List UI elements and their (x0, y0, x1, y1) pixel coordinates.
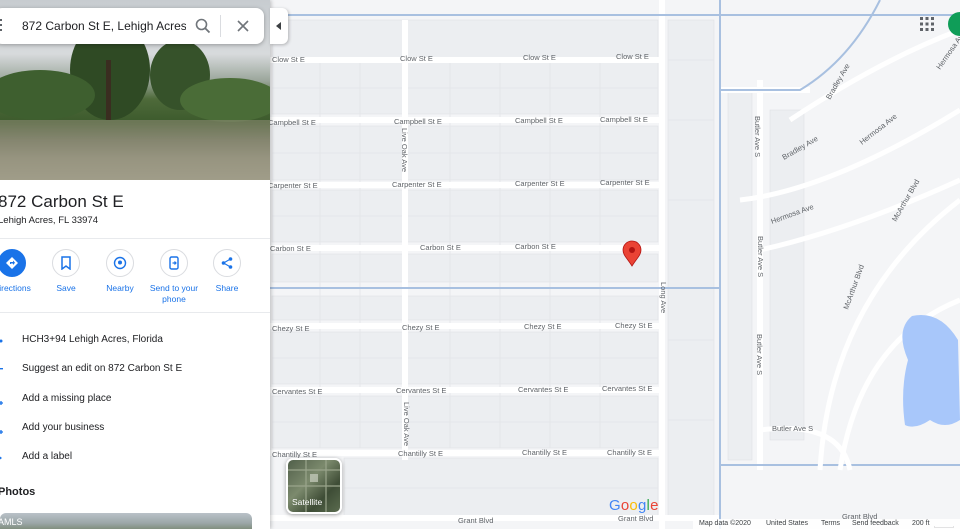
google-logo: Google (609, 497, 659, 514)
google-logo-letter: e (650, 497, 659, 514)
share-icon (213, 249, 241, 277)
satellite-label: Satellite (292, 497, 323, 507)
search-box (0, 8, 264, 44)
close-icon[interactable] (234, 17, 252, 35)
street-label-clow: Clow St E (616, 52, 649, 61)
street-label-grant: Grant Blvd (458, 516, 493, 525)
save-button[interactable]: Save (38, 249, 94, 294)
street-label-live-oak: Live Oak Ave (402, 402, 411, 446)
street-label-carbon: Carbon St E (420, 243, 461, 252)
street-label-grant: Grant Blvd (618, 514, 653, 523)
street-label-chezy: Chezy St E (272, 324, 310, 333)
menu-icon[interactable] (0, 19, 6, 31)
edit-icon (0, 363, 8, 375)
search-divider (220, 15, 221, 37)
street-label-cervantes: Cervantes St E (602, 384, 652, 393)
street-label-long: Long Ave (659, 282, 668, 313)
street-label-carbon: Carbon St E (270, 244, 311, 253)
label-icon (0, 451, 8, 463)
residential-lots (271, 19, 805, 521)
photo-thumbnail-label: AMLS (0, 517, 23, 527)
search-icon[interactable] (194, 17, 212, 35)
nearby-label: Nearby (106, 283, 134, 293)
place-address: Lehigh Acres, FL 33974 (0, 215, 98, 226)
country-link[interactable]: United States (766, 520, 808, 527)
google-logo-letter: g (637, 497, 647, 514)
street-label-butler: Butler Ave S (756, 236, 765, 277)
google-logo-letter: G (609, 497, 621, 514)
street-label-chezy: Chezy St E (402, 323, 440, 332)
street-label-butler: Butler Ave S (753, 116, 762, 157)
divider (0, 238, 270, 239)
directions-icon (0, 249, 26, 277)
street-label-carbon: Carbon St E (515, 242, 556, 251)
directions-button[interactable]: Directions (0, 249, 40, 294)
add-business-row[interactable]: Add your business (0, 417, 270, 439)
street-label-cervantes: Cervantes St E (518, 385, 568, 394)
add-label-row[interactable]: Add a label (0, 446, 270, 468)
place-details-panel: 872 Carbon St E Lehigh Acres, FL 33974 D… (0, 0, 270, 529)
directions-label: Directions (0, 283, 31, 293)
place-title: 872 Carbon St E (0, 192, 124, 211)
send-to-phone-label: Send to your phone (149, 283, 199, 304)
lake-water (902, 315, 960, 427)
street-label-clow: Clow St E (523, 53, 556, 62)
suggest-edit-row[interactable]: Suggest an edit on 872 Carbon St E (0, 358, 270, 380)
share-button[interactable]: Share (199, 249, 255, 294)
street-label-hermosa: Hermosa Ave (858, 112, 899, 147)
photo-thumbnail[interactable]: AMLS (0, 513, 252, 529)
street-label-cervantes: Cervantes St E (272, 387, 322, 396)
street-label-campbell: Campbell St E (515, 116, 563, 125)
street-label-carpenter: Carpenter St E (268, 181, 318, 190)
street-label-campbell: Campbell St E (600, 115, 648, 124)
share-label: Share (215, 283, 239, 293)
street-label-butler: Butler Ave S (755, 334, 764, 375)
street-label-cervantes: Cervantes St E (396, 386, 446, 395)
phone-send-icon (160, 249, 188, 277)
street-label-mcarthur: McArthur Blvd (841, 263, 866, 310)
street-label-carpenter: Carpenter St E (515, 179, 565, 188)
add-business-text: Add your business (22, 422, 105, 433)
map-footer: Map data ©2020 United States Terms Send … (693, 519, 960, 529)
plus-code-row[interactable]: HCH3+94 Lehigh Acres, Florida (0, 329, 270, 351)
save-label: Save (56, 283, 76, 293)
apps-grid-icon[interactable] (920, 17, 934, 31)
bookmark-icon (52, 249, 80, 277)
divider (0, 312, 270, 313)
send-feedback-link[interactable]: Send feedback (852, 520, 899, 527)
suggest-edit-text: Suggest an edit on 872 Carbon St E (22, 363, 183, 374)
add-missing-place-text: Add a missing place (22, 393, 112, 404)
add-business-icon (0, 422, 8, 434)
street-label-carpenter: Carpenter St E (392, 180, 442, 189)
google-logo-letter: o (629, 497, 638, 514)
add-label-text: Add a label (22, 451, 73, 462)
plus-code-text: HCH3+94 Lehigh Acres, Florida (22, 334, 163, 345)
street-label-carpenter: Carpenter St E (600, 178, 650, 187)
street-label-chezy: Chezy St E (524, 322, 562, 331)
chevron-left-icon (276, 22, 281, 30)
plus-code-icon (0, 334, 8, 346)
street-label-chantilly: Chantilly St E (607, 448, 652, 457)
photos-heading: Photos (0, 486, 36, 498)
street-label-chantilly: Chantilly St E (522, 448, 567, 457)
add-place-icon (0, 393, 8, 405)
terms-link[interactable]: Terms (821, 520, 840, 527)
street-label-chantilly: Chantilly St E (398, 449, 443, 458)
nearby-button[interactable]: Nearby (92, 249, 148, 294)
search-input[interactable] (22, 16, 186, 36)
street-label-campbell: Campbell St E (394, 117, 442, 126)
street-label-campbell: Campbell St E (268, 118, 316, 127)
collapse-panel-button[interactable] (270, 8, 288, 44)
nearby-icon (106, 249, 134, 277)
street-label-clow: Clow St E (400, 54, 433, 63)
scale-label: 200 ft (912, 520, 930, 527)
street-label-clow: Clow St E (272, 55, 305, 64)
add-missing-place-row[interactable]: Add a missing place (0, 388, 270, 410)
street-label-live-oak: Live Oak Ave (400, 128, 409, 172)
street-label-chezy: Chezy St E (615, 321, 653, 330)
map-data-attribution: Map data ©2020 (699, 520, 751, 527)
satellite-layer-toggle[interactable]: Satellite (286, 458, 342, 514)
street-label-butler: Butler Ave S (772, 424, 813, 433)
send-to-phone-button[interactable]: Send to your phone (146, 249, 202, 305)
